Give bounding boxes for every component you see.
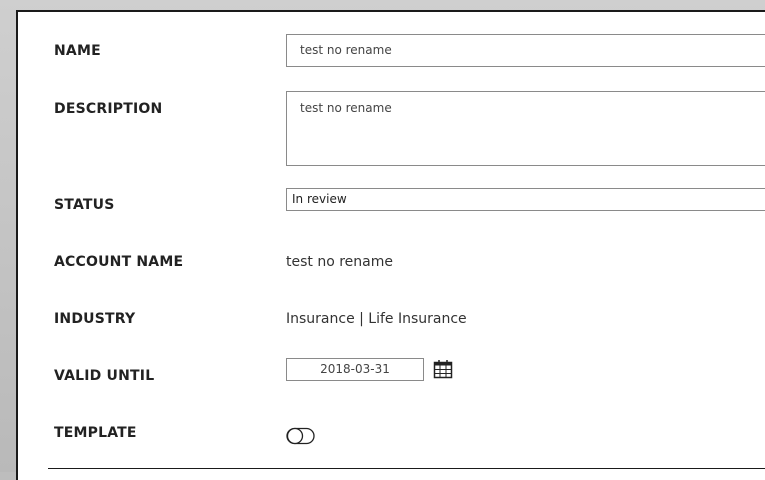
valid-until-date-input[interactable]: 2018-03-31	[286, 358, 424, 381]
valid-until-label: VALID UNTIL	[54, 368, 155, 384]
divider	[48, 468, 765, 469]
name-field[interactable]: test no rename	[286, 34, 765, 67]
template-label: TEMPLATE	[54, 425, 137, 441]
name-label: NAME	[54, 43, 101, 59]
status-label: STATUS	[54, 197, 115, 213]
industry-label: INDUSTRY	[54, 311, 136, 327]
account-name-value: test no rename	[286, 254, 393, 270]
description-label: DESCRIPTION	[54, 101, 163, 117]
template-toggle[interactable]	[286, 427, 316, 450]
status-select[interactable]: In review	[286, 188, 765, 211]
calendar-icon[interactable]	[433, 359, 453, 384]
industry-value: Insurance | Life Insurance	[286, 311, 467, 327]
description-field[interactable]: test no rename	[286, 91, 765, 166]
edit-form-panel: NAME test no rename DESCRIPTION test no …	[16, 10, 765, 480]
account-name-label: ACCOUNT NAME	[54, 254, 184, 270]
